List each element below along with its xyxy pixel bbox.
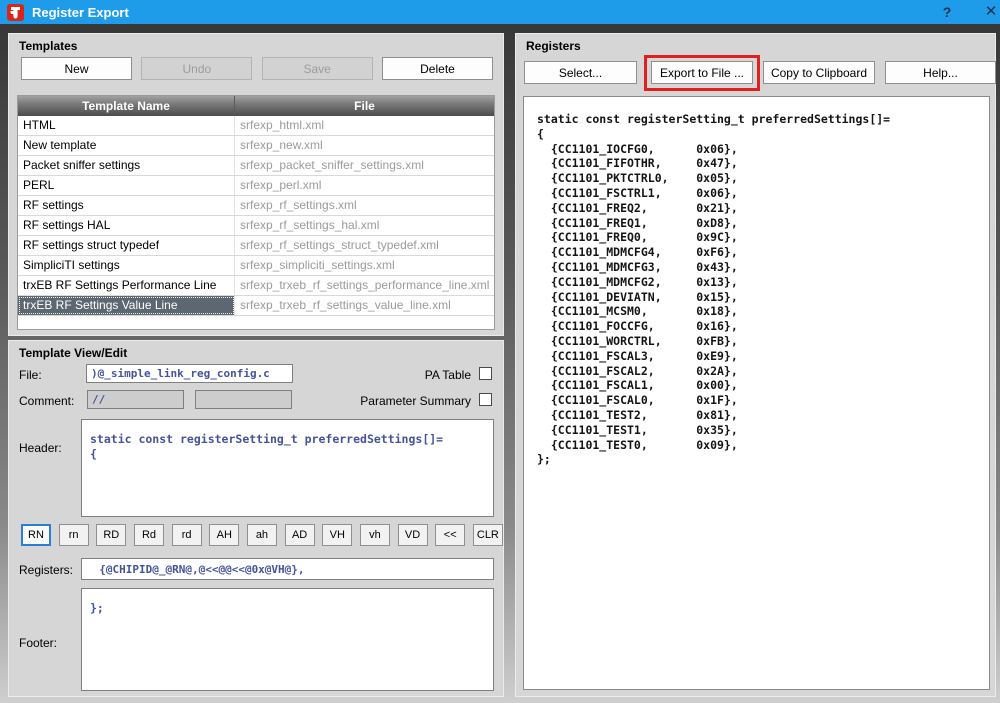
file-input[interactable] xyxy=(86,364,293,383)
table-row[interactable]: SimpliciTI settingssrfexp_simpliciti_set… xyxy=(18,256,494,276)
pa-table-checkbox[interactable] xyxy=(479,367,492,380)
template-file-cell[interactable]: srfexp_simpliciti_settings.xml xyxy=(235,256,494,275)
file-label: File: xyxy=(19,368,42,382)
table-row[interactable]: Packet sniffer settingssrfexp_packet_sni… xyxy=(18,156,494,176)
template-table-body: HTMLsrfexp_html.xmlNew templatesrfexp_ne… xyxy=(18,116,494,316)
template-name-cell[interactable]: RF settings struct typedef xyxy=(18,236,235,255)
token-button-[interactable]: << xyxy=(435,524,465,546)
template-name-cell[interactable]: New template xyxy=(18,136,235,155)
templates-panel: Templates New Undo Save Delete Template … xyxy=(8,33,504,336)
template-file-cell[interactable]: srfexp_new.xml xyxy=(235,136,494,155)
app-logo-icon xyxy=(7,4,24,21)
parameter-summary-checkbox[interactable] xyxy=(479,393,492,406)
template-name-cell[interactable]: SimpliciTI settings xyxy=(18,256,235,275)
export-to-file-button[interactable]: Export to File ... xyxy=(651,61,753,84)
template-name-cell[interactable]: RF settings HAL xyxy=(18,216,235,235)
pa-table-label: PA Table xyxy=(407,368,471,382)
help-titlebar-button[interactable]: ? xyxy=(930,0,964,24)
delete-button[interactable]: Delete xyxy=(382,57,493,80)
new-button[interactable]: New xyxy=(21,57,132,80)
templates-button-row: New Undo Save Delete xyxy=(21,57,493,80)
template-name-cell[interactable]: trxEB RF Settings Value Line xyxy=(18,296,235,315)
token-button-rd[interactable]: Rd xyxy=(134,524,164,546)
template-file-cell[interactable]: srfexp_packet_sniffer_settings.xml xyxy=(235,156,494,175)
table-row[interactable]: PERLsrfexp_perl.xml xyxy=(18,176,494,196)
template-file-cell[interactable]: srfexp_trxeb_rf_settings_value_line.xml xyxy=(235,296,494,315)
template-name-cell[interactable]: HTML xyxy=(18,116,235,135)
token-button-ah[interactable]: AH xyxy=(209,524,239,546)
table-row[interactable]: RF settings HALsrfexp_rf_settings_hal.xm… xyxy=(18,216,494,236)
template-file-cell[interactable]: srfexp_perl.xml xyxy=(235,176,494,195)
footer-text: }; xyxy=(82,589,493,628)
token-button-row: RN rn RD Rdrd AH ah AD VH vh VD << CLR xyxy=(21,524,503,546)
save-button: Save xyxy=(262,57,373,80)
header-textarea[interactable]: static const registerSetting_t preferred… xyxy=(81,419,494,517)
template-file-cell[interactable]: srfexp_trxeb_rf_settings_performance_lin… xyxy=(235,276,494,295)
table-row[interactable]: New templatesrfexp_new.xml xyxy=(18,136,494,156)
token-button-ah[interactable]: ah xyxy=(247,524,277,546)
comment-input-2[interactable] xyxy=(195,390,292,409)
header-label: Header: xyxy=(19,441,62,455)
view-edit-panel-title: Template View/Edit xyxy=(19,346,127,360)
register-code-text: static const registerSetting_t preferred… xyxy=(524,97,989,467)
header-text: static const registerSetting_t preferred… xyxy=(82,420,493,474)
token-button-rd[interactable]: rd xyxy=(172,524,202,546)
help-button[interactable]: Help... xyxy=(885,61,996,84)
templates-panel-title: Templates xyxy=(19,39,77,53)
registers-template-input[interactable] xyxy=(81,558,494,580)
template-table: Template Name File HTMLsrfexp_html.xmlNe… xyxy=(17,95,495,330)
template-file-cell[interactable]: srfexp_rf_settings_hal.xml xyxy=(235,216,494,235)
comment-input[interactable] xyxy=(87,390,184,409)
footer-label: Footer: xyxy=(19,636,57,650)
undo-button: Undo xyxy=(141,57,252,80)
table-row[interactable]: trxEB RF Settings Performance Linesrfexp… xyxy=(18,276,494,296)
template-name-cell[interactable]: trxEB RF Settings Performance Line xyxy=(18,276,235,295)
column-header-template-name[interactable]: Template Name xyxy=(18,96,235,116)
table-row[interactable]: trxEB RF Settings Value Linesrfexp_trxeb… xyxy=(18,296,494,316)
token-button-vh[interactable]: VH xyxy=(322,524,352,546)
comment-label: Comment: xyxy=(19,394,74,408)
copy-to-clipboard-button[interactable]: Copy to Clipboard xyxy=(763,61,875,84)
register-code-view[interactable]: static const registerSetting_t preferred… xyxy=(523,96,990,690)
template-view-edit-panel: Template View/Edit File: PA Table Commen… xyxy=(8,340,504,697)
token-button-clr[interactable]: CLR xyxy=(473,524,503,546)
template-file-cell[interactable]: srfexp_rf_settings.xml xyxy=(235,196,494,215)
title-bar: Register Export ? ✕ xyxy=(0,0,1000,24)
table-row[interactable]: RF settings struct typedefsrfexp_rf_sett… xyxy=(18,236,494,256)
token-button-rn[interactable]: rn xyxy=(59,524,89,546)
token-button-ad[interactable]: AD xyxy=(285,524,315,546)
window-title: Register Export xyxy=(32,5,129,20)
token-button-rd[interactable]: RD xyxy=(96,524,126,546)
token-button-rn[interactable]: RN xyxy=(21,524,51,546)
column-header-file[interactable]: File xyxy=(235,96,494,116)
table-row[interactable]: RF settingssrfexp_rf_settings.xml xyxy=(18,196,494,216)
footer-textarea[interactable]: }; xyxy=(81,588,494,691)
select-button[interactable]: Select... xyxy=(524,61,637,84)
template-file-cell[interactable]: srfexp_rf_settings_struct_typedef.xml xyxy=(235,236,494,255)
table-row[interactable]: HTMLsrfexp_html.xml xyxy=(18,116,494,136)
template-name-cell[interactable]: PERL xyxy=(18,176,235,195)
template-name-cell[interactable]: Packet sniffer settings xyxy=(18,156,235,175)
template-name-cell[interactable]: RF settings xyxy=(18,196,235,215)
parameter-summary-label: Parameter Summary xyxy=(339,394,471,408)
template-table-header: Template Name File xyxy=(18,96,494,116)
token-button-vh[interactable]: vh xyxy=(360,524,390,546)
template-file-cell[interactable]: srfexp_html.xml xyxy=(235,116,494,135)
registers-field-label: Registers: xyxy=(19,563,73,577)
token-button-vd[interactable]: VD xyxy=(398,524,428,546)
registers-panel: Registers Select... Export to File ... C… xyxy=(515,33,996,697)
close-icon[interactable]: ✕ xyxy=(976,0,1000,24)
registers-panel-title: Registers xyxy=(526,39,581,53)
